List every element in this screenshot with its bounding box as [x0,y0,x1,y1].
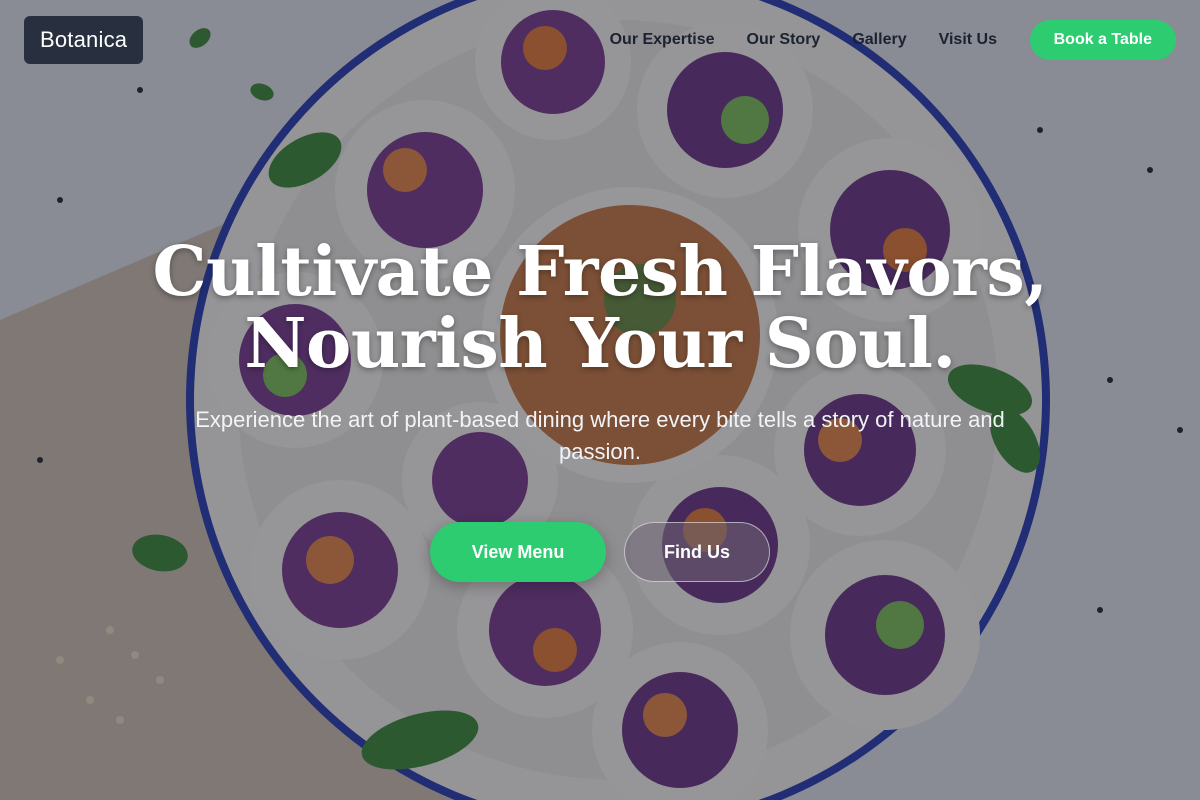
hero-subtitle: Experience the art of plant-based dining… [195,407,1005,464]
nav-link-our-story[interactable]: Our Story [747,28,821,52]
find-us-button[interactable]: Find Us [624,522,770,582]
hero-title-line-1: Cultivate Fresh Flavors, [152,232,1048,312]
hero-title: Cultivate Fresh Flavors, Nourish Your So… [150,236,1050,380]
hero-title-line-2: Nourish Your Soul. [244,304,956,384]
nav-link-our-expertise[interactable]: Our Expertise [610,28,715,52]
nav-link-gallery[interactable]: Gallery [852,28,906,52]
nav-link-visit-us[interactable]: Visit Us [939,28,997,52]
hero-section: Cultivate Fresh Flavors, Nourish Your So… [0,236,1200,582]
brand-logo[interactable]: Botanica [24,16,144,64]
hero-actions: View Menu Find Us [0,522,1200,582]
main-navigation: Our Expertise Our Story Gallery Visit Us [610,28,997,52]
view-menu-button[interactable]: View Menu [430,522,606,582]
book-a-table-button[interactable]: Book a Table [1029,20,1176,60]
